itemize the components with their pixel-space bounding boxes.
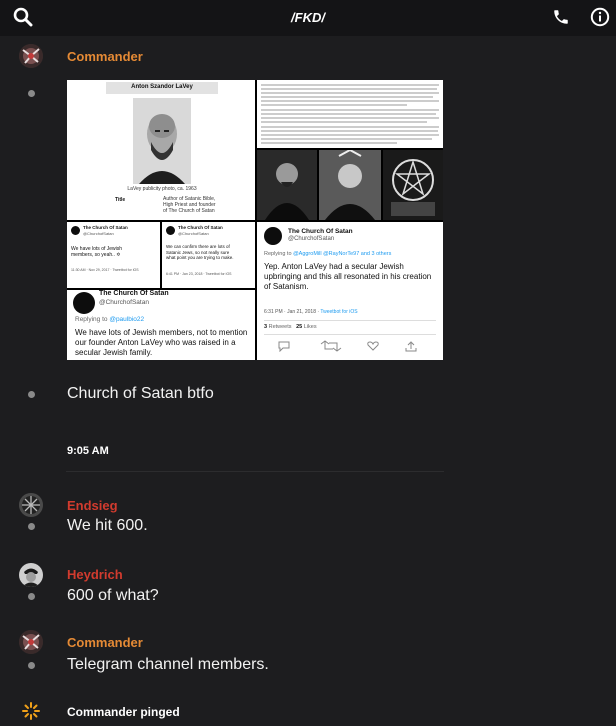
message-marker: [28, 523, 35, 530]
tweet-avatar: [71, 226, 80, 235]
tweet-avatar: [264, 227, 282, 245]
message-marker: [28, 662, 35, 669]
wiki-card-panel: Anton Szandor LaVey LaVey publicity phot…: [67, 80, 255, 220]
message-author[interactable]: Commander: [67, 635, 143, 650]
tweet-name: The Church Of Satan: [99, 290, 169, 297]
tweet-body: We have lots of Jewish members, not to m…: [75, 328, 248, 357]
tweet-replying-to: @paulbio22: [109, 316, 145, 323]
message-text: Telegram channel members.: [67, 656, 269, 673]
portrait-photo: [133, 98, 191, 184]
avatar-image: [19, 44, 43, 68]
tweet-right: The Church Of Satan @ChurchofSatan Reply…: [257, 222, 443, 360]
avatar[interactable]: [19, 563, 43, 587]
tweet-avatar: [73, 292, 95, 314]
tweet-name: The Church Of Satan: [288, 228, 353, 235]
likes-label: Likes: [303, 324, 317, 330]
tweet-actions-icons: [278, 340, 417, 352]
message-author[interactable]: Commander: [67, 49, 143, 64]
photo-sigil: [383, 150, 443, 220]
tweet-body: We have lots of Jewish members, so yeah.…: [71, 246, 123, 258]
tweet-big: The Church Of Satan @ChurchofSatan Reply…: [67, 290, 255, 360]
wiki-card-heading: Anton Szandor LaVey: [131, 84, 193, 90]
divider: [66, 471, 444, 472]
tweet-replying-to: @AggroMill @RayNorTe97 and 3 others: [293, 251, 392, 257]
avatar[interactable]: [19, 493, 43, 517]
message-author[interactable]: Heydrich: [67, 567, 123, 582]
message-text: We hit 600.: [67, 517, 148, 534]
tweet-meta-client: Tweetbot for iOS: [320, 309, 358, 315]
message-text: Church of Satan btfo: [67, 385, 214, 402]
message-text: 600 of what?: [67, 587, 159, 604]
title-label: Title: [115, 197, 126, 203]
article-text-panel: [257, 80, 443, 148]
tweet-handle: @ChurchofSatan: [99, 299, 149, 306]
portrait-caption: LaVey publicity photo, ca. 1963: [127, 186, 197, 192]
avatar-image: [19, 493, 43, 517]
tweet-meta: 11:30 AM · Nov 29, 2017 · Tweetbot for i…: [71, 268, 139, 272]
tweet-body: Yep. Anton LaVey had a secular Jewish up…: [264, 262, 432, 291]
tweet-handle: @ChurchofSatan: [83, 231, 114, 236]
tweet-replying-label: Replying to: [75, 316, 108, 323]
article-text-lines: [261, 84, 439, 144]
tweet-name: The Church Of Satan: [83, 225, 128, 230]
retweets-count: 3: [264, 324, 268, 330]
tweet-name: The Church Of Satan: [178, 225, 223, 230]
channel-title: /FKD/: [291, 10, 325, 25]
top-bar: /FKD/: [0, 0, 616, 36]
message-timestamp: 9:05 AM: [67, 445, 109, 457]
ping-sparkle-icon: [22, 702, 40, 720]
tweet-handle: @ChurchofSatan: [178, 231, 209, 236]
tweet-small-2: The Church Of Satan @ChurchofSatan We ca…: [162, 222, 255, 288]
photo-ritual-2: [319, 150, 381, 220]
tweet-avatar: [166, 226, 175, 235]
message-marker: [28, 391, 35, 398]
retweets-label: Retweets: [268, 324, 292, 330]
attached-image-collage[interactable]: Anton Szandor LaVey LaVey publicity phot…: [67, 80, 443, 360]
tweet-replying-label: Replying to: [264, 251, 292, 257]
avatar[interactable]: [19, 630, 43, 654]
message-marker: [28, 90, 35, 97]
tweet-meta: 6:41 PM · Jan 23, 2018 · Tweetbot for iO…: [166, 272, 232, 276]
message-author[interactable]: Endsieg: [67, 498, 118, 513]
avatar[interactable]: [19, 44, 43, 68]
tweet-small-1: The Church Of Satan @ChurchofSatan We ha…: [67, 222, 160, 288]
likes-count: 25: [296, 324, 303, 330]
tweet-meta-time: 6:31 PM · Jan 21, 2018 ·: [264, 309, 321, 315]
avatar-image: [19, 630, 43, 654]
photo-ritual-1: [257, 150, 317, 220]
tweet-body: We can confirm there are lots of Satanic…: [166, 244, 234, 260]
tweet-handle: @ChurchofSatan: [288, 236, 335, 242]
title-value-line-3: of The Church of Satan: [163, 208, 215, 214]
message-marker: [28, 593, 35, 600]
info-icon[interactable]: [590, 7, 610, 27]
phone-icon[interactable]: [552, 8, 570, 26]
ping-notice: Commander pinged: [67, 705, 180, 719]
avatar-image: [19, 563, 43, 587]
